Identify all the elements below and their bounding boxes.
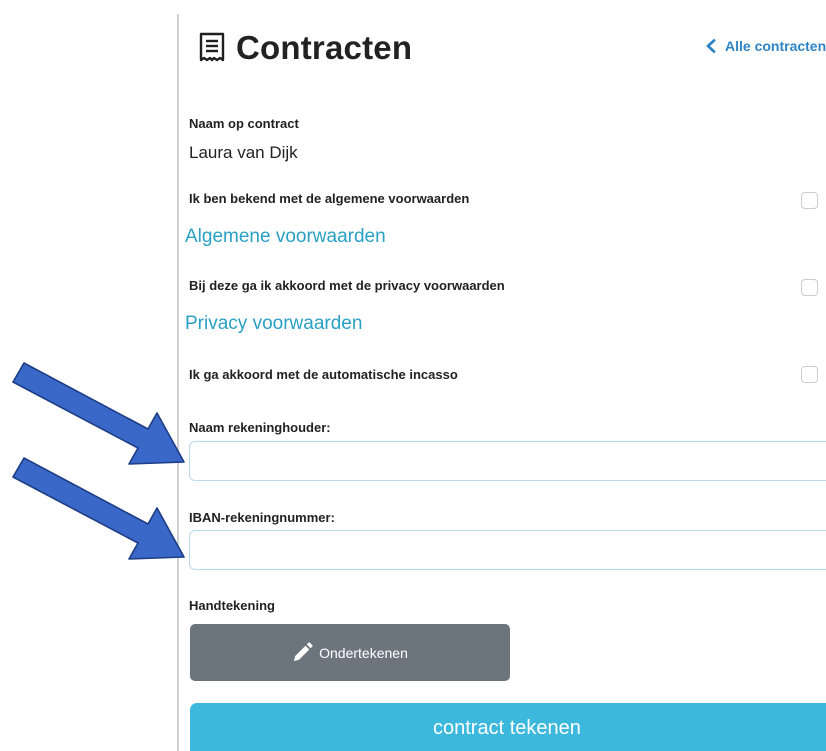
privacy-link[interactable]: Privacy voorwaarden xyxy=(185,313,362,335)
sign-button-label: Ondertekenen xyxy=(319,644,408,661)
terms-link[interactable]: Algemene voorwaarden xyxy=(185,226,386,248)
pencil-icon xyxy=(294,642,313,661)
name-on-contract-label: Naam op contract xyxy=(189,116,299,131)
contract-page: Contracten Alle contracten Naam op contr… xyxy=(0,0,826,751)
account-holder-label: Naam rekeninghouder: xyxy=(189,420,331,435)
iban-label: IBAN-rekeningnummer: xyxy=(189,510,335,525)
direct-debit-checkbox-label: Ik ga akkoord met de automatische incass… xyxy=(189,367,458,382)
terms-checkbox[interactable] xyxy=(801,192,818,209)
account-holder-input[interactable] xyxy=(189,441,826,481)
annotation-arrow-icon xyxy=(12,457,185,560)
back-link-label: Alle contracten xyxy=(725,38,826,54)
sign-contract-button[interactable]: contract tekenen xyxy=(190,703,826,751)
privacy-checkbox-label: Bij deze ga ik akkoord met de privacy vo… xyxy=(189,278,505,293)
sign-button[interactable]: Ondertekenen xyxy=(190,624,510,681)
chevron-left-icon xyxy=(706,39,716,53)
name-on-contract-value: Laura van Dijk xyxy=(189,143,298,162)
annotation-arrow-icon xyxy=(12,362,185,465)
iban-input[interactable] xyxy=(189,530,826,570)
sign-contract-button-label: contract tekenen xyxy=(433,717,581,739)
page-title: Contracten xyxy=(236,29,413,66)
sidebar-divider xyxy=(177,14,179,751)
privacy-checkbox[interactable] xyxy=(801,279,818,296)
signature-label: Handtekening xyxy=(189,598,275,613)
direct-debit-checkbox[interactable] xyxy=(801,366,818,383)
terms-checkbox-label: Ik ben bekend met de algemene voorwaarde… xyxy=(189,191,470,206)
receipt-icon xyxy=(199,32,225,62)
back-to-contracts-link[interactable]: Alle contracten xyxy=(705,38,826,54)
